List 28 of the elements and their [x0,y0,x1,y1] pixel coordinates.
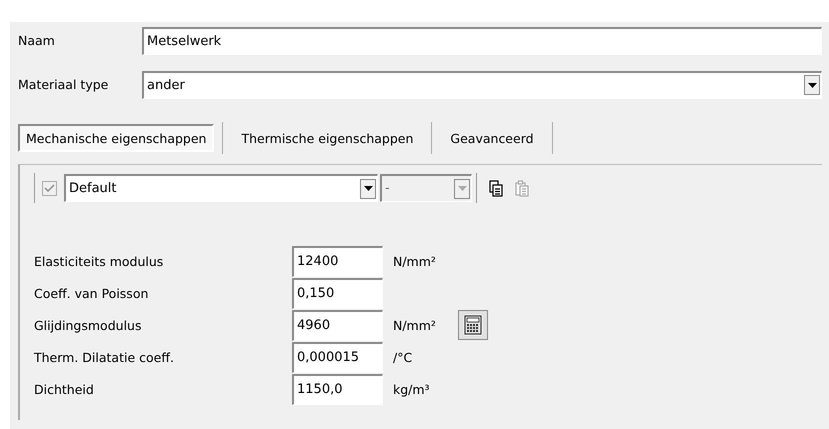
tab[interactable]: Geavanceerd [440,124,544,152]
property-field[interactable]: 1150,0 [292,374,383,404]
property-field[interactable]: 12400 [292,246,383,276]
caret-icon [364,186,372,191]
tab[interactable]: Mechanische eigenschappen [18,124,214,152]
property-label: Dichtheid [34,382,95,396]
profile-dropdown[interactable]: Default [64,174,378,202]
name-label: Naam [18,33,56,48]
calculator-button[interactable] [458,310,488,340]
calculator-icon [464,315,482,335]
material-type-label: Materiaal type [18,77,110,92]
copy-icon[interactable] [489,180,503,196]
property-label: Glijdingsmodulus [34,318,142,332]
property-field[interactable]: 0,000015 [292,342,383,372]
unit-label: /°C [393,350,412,364]
property-field[interactable]: 4960 [292,310,383,340]
property-label: Therm. Dilatatie coeff. [34,350,175,364]
tab[interactable]: Thermische eigenschappen [231,124,424,152]
unit-label: N/mm² [393,254,436,268]
caret-icon [458,186,466,191]
property-label: Elasticiteits modulus [34,254,164,268]
property-field[interactable]: 0,150 [292,278,383,308]
unit-label: N/mm² [393,318,436,332]
unit-label: kg/m³ [393,382,430,396]
property-label: Coeff. van Poisson [34,286,150,300]
name-field[interactable]: Metselwerk [142,26,822,54]
caret-icon [808,82,816,88]
material-type-dropdown[interactable]: ander [142,70,822,98]
